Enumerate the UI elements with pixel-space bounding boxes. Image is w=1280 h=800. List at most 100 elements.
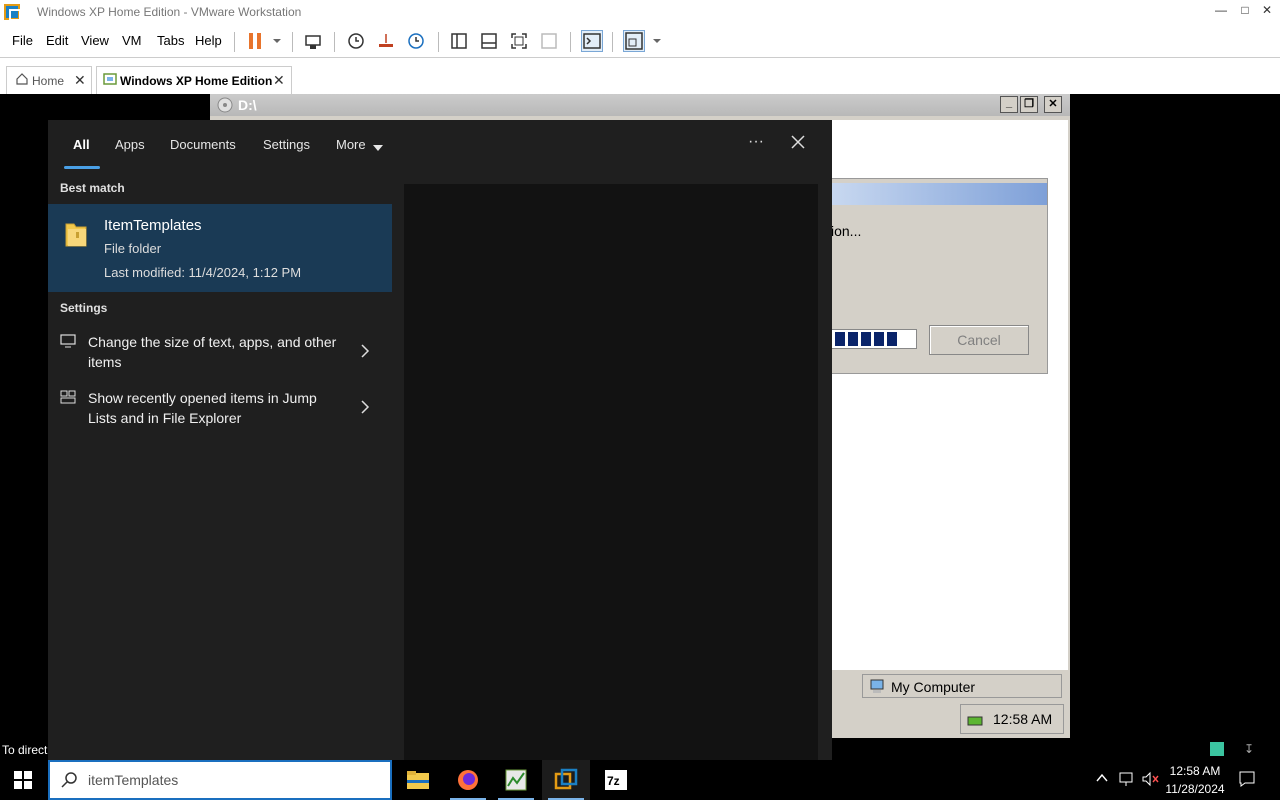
tab-label: Home (32, 74, 65, 88)
filter-documents[interactable]: Documents (170, 137, 236, 152)
progress-bar (831, 329, 917, 349)
close-icon[interactable]: ✕ (74, 72, 86, 89)
vmware-logo-icon (4, 4, 21, 21)
more-options-button[interactable]: ··· (748, 133, 764, 151)
close-icon[interactable] (790, 134, 806, 155)
taskbar-file-explorer[interactable] (394, 760, 442, 800)
menu-view[interactable]: View (81, 33, 109, 48)
xp-close-button[interactable]: ✕ (1044, 96, 1062, 113)
taskbar-task-app[interactable] (492, 760, 540, 800)
folder-icon (64, 218, 88, 253)
progress-block (874, 332, 884, 346)
vmware-tabbar: Home ✕ Windows XP Home Edition ✕ (0, 58, 1280, 94)
tab-windows-xp[interactable]: Windows XP Home Edition ✕ (96, 66, 292, 94)
menu-tabs[interactable]: Tabs (157, 33, 184, 48)
my-computer-icon (869, 678, 885, 699)
xp-restore-button[interactable]: ❐ (1020, 96, 1038, 113)
folder-icon (407, 771, 429, 789)
taskbar-7zip[interactable]: 7z (592, 760, 640, 800)
library-view-icon[interactable] (448, 30, 470, 52)
preview-pane (404, 184, 818, 760)
taskbar-clock[interactable]: 12:58 AM 11/28/2024 (1150, 762, 1240, 798)
search-panel: All Apps Documents Settings More ··· Bes… (48, 120, 832, 760)
chevron-down-icon[interactable] (646, 30, 668, 52)
pause-icon[interactable] (244, 30, 266, 52)
chevron-right-icon[interactable] (360, 400, 370, 419)
network-icon[interactable] (1118, 771, 1136, 792)
search-input[interactable] (88, 772, 368, 788)
filter-more[interactable]: More (336, 137, 366, 152)
menu-help[interactable]: Help (195, 33, 222, 48)
maximize-button[interactable]: □ (1234, 3, 1256, 21)
best-match-item[interactable]: ItemTemplates File folder Last modified:… (48, 204, 392, 292)
search-icon (60, 771, 78, 794)
7zip-icon: 7z (605, 770, 627, 790)
dialog-status-text: ion... (831, 223, 862, 239)
location-panel: My Computer (862, 674, 1062, 698)
taskbar-firefox[interactable] (444, 760, 492, 800)
toolbar-separator (292, 32, 293, 52)
setting-label: Change the size of text, apps, and other… (88, 334, 337, 370)
close-button[interactable]: ✕ (1256, 3, 1278, 21)
firefox-icon (458, 770, 478, 790)
windows-start-icon[interactable] (14, 771, 32, 794)
menu-vm[interactable]: VM (122, 33, 142, 48)
monitor-icon (60, 334, 76, 353)
taskbar-vmware[interactable] (542, 760, 590, 800)
status-text: To direct (2, 743, 48, 757)
clock-time: 12:58 AM (1169, 764, 1221, 778)
setting-result-jump-lists[interactable]: Show recently opened items in Jump Lists… (48, 388, 392, 440)
setting-label: Show recently opened items in Jump Lists… (88, 390, 317, 426)
best-match-heading: Best match (60, 181, 125, 195)
task-manager-icon (505, 769, 527, 791)
chevron-right-icon[interactable] (360, 344, 370, 363)
snapshot-manager-icon[interactable] (405, 30, 427, 52)
thumbnail-view-icon[interactable] (478, 30, 500, 52)
chevron-down-icon[interactable] (266, 30, 288, 52)
tab-home[interactable]: Home ✕ (6, 66, 92, 94)
xp-minimize-button[interactable]: _ (1000, 96, 1018, 113)
best-match-name: ItemTemplates (104, 217, 202, 234)
clock-date: 11/28/2024 (1165, 782, 1225, 796)
fullscreen-icon[interactable] (508, 30, 530, 52)
copy-dialog: ion... Cancel (830, 178, 1048, 374)
xp-tray: 12:58 AM (960, 704, 1064, 734)
notification-icon[interactable] (1238, 770, 1256, 793)
best-match-type: File folder (104, 241, 162, 256)
vmware-icon (554, 768, 578, 790)
xp-statusbar: My Computer 12:58 AM (832, 670, 1068, 736)
filter-all[interactable]: All (73, 137, 90, 152)
snapshot-icon[interactable] (345, 30, 367, 52)
unity-icon[interactable] (538, 30, 560, 52)
svg-text:7z: 7z (607, 774, 620, 788)
chevron-down-icon[interactable] (372, 140, 384, 158)
menu-file[interactable]: File (12, 33, 33, 48)
download-icon[interactable]: ↧ (1244, 742, 1254, 756)
vmware-titlebar: Windows XP Home Edition - VMware Worksta… (0, 0, 1280, 24)
vmware-menubar: File Edit View VM Tabs Help (0, 24, 1280, 58)
stretch-guest-icon[interactable] (623, 30, 645, 52)
send-keys-icon[interactable] (302, 30, 324, 52)
minimize-button[interactable]: — (1210, 3, 1232, 21)
revert-snapshot-icon[interactable] (375, 30, 397, 52)
xp-tray-clock: 12:58 AM (993, 711, 1053, 727)
home-icon (15, 72, 29, 89)
filter-settings[interactable]: Settings (263, 137, 310, 152)
dialog-titlebar (831, 183, 1047, 205)
safely-remove-icon[interactable] (965, 709, 985, 734)
console-icon[interactable] (581, 30, 603, 52)
jumplist-icon (60, 390, 76, 409)
window-title: Windows XP Home Edition - VMware Worksta… (37, 5, 302, 19)
chevron-up-icon[interactable] (1096, 772, 1108, 786)
filter-apps[interactable]: Apps (115, 137, 145, 152)
tab-label: Windows XP Home Edition (120, 74, 273, 88)
toolbar-separator (612, 32, 613, 52)
vmware-tools-icon[interactable] (1210, 742, 1224, 756)
taskbar-search-box[interactable] (48, 760, 392, 800)
close-icon[interactable]: ✕ (273, 72, 285, 89)
toolbar-separator (438, 32, 439, 52)
menu-edit[interactable]: Edit (46, 33, 68, 48)
cancel-button[interactable]: Cancel (929, 325, 1029, 355)
setting-result-text-size[interactable]: Change the size of text, apps, and other… (48, 332, 392, 384)
location-label: My Computer (891, 679, 976, 695)
